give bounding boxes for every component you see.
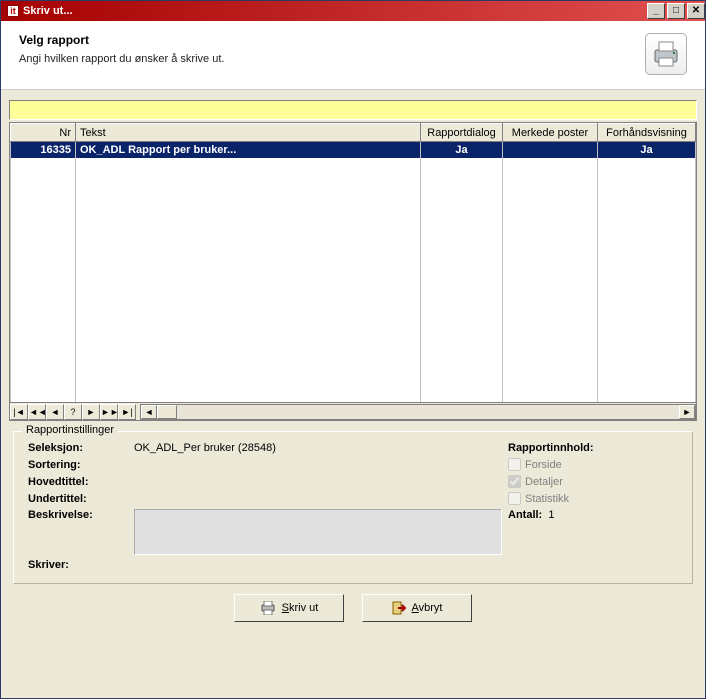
col-nr[interactable]: Nr — [11, 124, 76, 142]
header-title: Velg rapport — [19, 33, 645, 47]
nav-help-button[interactable]: ? — [64, 404, 82, 420]
printer-icon — [645, 33, 687, 75]
nav-prevpage-button[interactable]: ◄◄ — [28, 404, 46, 420]
app-icon: it — [7, 5, 19, 17]
label-beskrivelse: Beskrivelse: — [28, 509, 128, 521]
cell-nr: 16335 — [11, 142, 76, 158]
col-merkede[interactable]: Merkede poster — [503, 124, 598, 142]
settings-legend: Rapportinstillinger — [22, 424, 118, 436]
label-seleksjon: Seleksjon: — [28, 442, 128, 454]
header-panel: Velg rapport Angi hvilken rapport du øns… — [1, 21, 705, 90]
titlebar: it Skriv ut... _ □ ✕ — [1, 1, 705, 21]
cell-merkede — [503, 142, 598, 158]
cancel-button[interactable]: Avbryt — [362, 594, 472, 622]
label-skriver: Skriver: — [28, 559, 128, 571]
value-seleksjon: OK_ADL_Per bruker (28548) — [134, 442, 502, 454]
cell-tekst: OK_ADL Rapport per bruker... — [76, 142, 421, 158]
print-button[interactable]: Skriv ut — [234, 594, 344, 622]
nav-first-button[interactable]: |◄ — [10, 404, 28, 420]
table-row[interactable]: 16335 OK_ADL Rapport per bruker... Ja Ja — [11, 142, 696, 158]
label-undertittel: Undertittel: — [28, 493, 128, 505]
horizontal-scrollbar[interactable]: ◄ ► — [140, 404, 696, 420]
report-grid: Nr Tekst Rapportdialog Merkede poster Fo… — [9, 122, 697, 421]
window-title: Skriv ut... — [23, 5, 73, 17]
maximize-button[interactable]: □ — [667, 3, 685, 19]
minimize-button[interactable]: _ — [647, 3, 665, 19]
checkbox-forside[interactable]: Forside — [508, 458, 678, 471]
checkbox-statistikk-input[interactable] — [508, 492, 521, 505]
nav-next-button[interactable]: ► — [82, 404, 100, 420]
print-icon — [260, 601, 276, 615]
cell-rapportdialog: Ja — [421, 142, 503, 158]
nav-last-button[interactable]: ►| — [118, 404, 136, 420]
dialog-footer: Skriv ut Avbryt — [9, 584, 697, 626]
label-hovedtittel: Hovedtittel: — [28, 476, 128, 488]
label-rapportinnhold: Rapportinnhold: — [508, 442, 678, 454]
value-antall: 1 — [548, 509, 554, 521]
col-tekst[interactable]: Tekst — [76, 124, 421, 142]
col-forhand[interactable]: Forhåndsvisning — [598, 124, 696, 142]
scroll-thumb[interactable] — [157, 405, 177, 419]
grid-navbar: |◄ ◄◄ ◄ ? ► ►► ►| ◄ ► — [10, 402, 696, 420]
checkbox-detaljer-input[interactable] — [508, 475, 521, 488]
nav-prev-button[interactable]: ◄ — [46, 404, 64, 420]
scroll-left-button[interactable]: ◄ — [141, 405, 157, 419]
report-settings-group: Rapportinstillinger Seleksjon: OK_ADL_Pe… — [13, 431, 693, 584]
checkbox-forside-input[interactable] — [508, 458, 521, 471]
label-antall: Antall: — [508, 509, 542, 521]
checkbox-statistikk[interactable]: Statistikk — [508, 492, 678, 505]
print-dialog-window: it Skriv ut... _ □ ✕ Velg rapport Angi h… — [0, 0, 706, 699]
header-subtitle: Angi hvilken rapport du ønsker å skrive … — [19, 53, 645, 65]
scroll-right-button[interactable]: ► — [679, 405, 695, 419]
exit-icon — [392, 601, 406, 615]
grid-header-row: Nr Tekst Rapportdialog Merkede poster Fo… — [11, 124, 696, 142]
close-button[interactable]: ✕ — [687, 3, 705, 19]
col-rapportdialog[interactable]: Rapportdialog — [421, 124, 503, 142]
checkbox-detaljer[interactable]: Detaljer — [508, 475, 678, 488]
filter-bar[interactable] — [9, 100, 697, 120]
nav-nextpage-button[interactable]: ►► — [100, 404, 118, 420]
cell-forhand: Ja — [598, 142, 696, 158]
label-sortering: Sortering: — [28, 459, 128, 471]
beskrivelse-textarea[interactable] — [134, 509, 502, 555]
table-row-empty — [11, 158, 696, 402]
